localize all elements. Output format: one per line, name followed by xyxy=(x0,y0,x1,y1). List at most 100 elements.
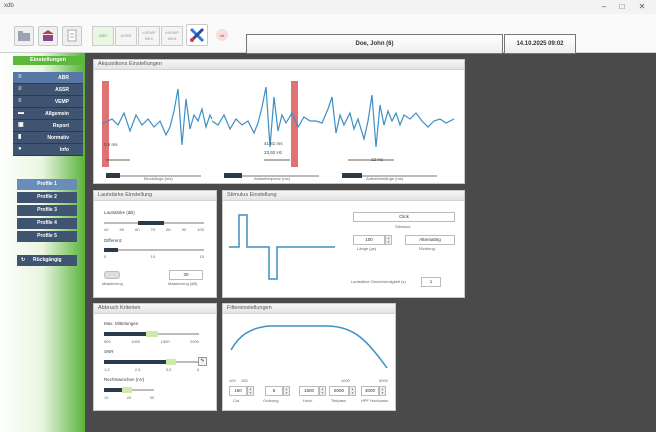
lowpass-input[interactable]: 6000 xyxy=(329,386,349,396)
patient-button[interactable] xyxy=(38,26,58,46)
undo-icon: ↻ xyxy=(21,257,26,263)
tick: 10 xyxy=(104,395,109,400)
tick: 5 xyxy=(104,254,107,259)
undo-button[interactable]: ↻ Rückgängig xyxy=(17,255,77,266)
max-averages-range xyxy=(146,331,158,337)
recordlength-label: Aufnahmelänge (ms) xyxy=(366,176,404,181)
hpf-stepper[interactable]: ▲ ▼ xyxy=(379,386,386,396)
cut-stepper[interactable]: ▲ ▼ xyxy=(247,386,254,396)
axis-tick: 5000 xyxy=(379,378,388,383)
tab-ovemp[interactable]: oVEMP MKA xyxy=(161,26,183,46)
tab-assr[interactable]: ASSR xyxy=(115,26,137,46)
max-averages-label: Max. Mittelungen xyxy=(104,321,139,326)
residual-noise-slider[interactable] xyxy=(104,388,122,392)
masking-toggle-label: Maskierung xyxy=(102,281,123,286)
date-field: 14.10.2025 09:02 xyxy=(504,34,576,54)
length-input[interactable]: 100 xyxy=(353,235,385,245)
printer-icon: ▣ xyxy=(18,122,24,128)
difference-slider[interactable] xyxy=(104,248,118,252)
folder-button[interactable] xyxy=(14,26,34,46)
minimize-button[interactable]: – xyxy=(598,2,610,11)
rate-input[interactable]: 1 xyxy=(421,277,441,287)
sidebar-item-abr[interactable]: ≡ ABR xyxy=(13,72,83,84)
toolbar: ABR ASSR cVEMP BKS oVEMP MKA ntr Doe, Jo… xyxy=(0,14,656,54)
sidebar-item-label: ABR xyxy=(58,75,69,81)
profile-4-button[interactable]: Profile 4 xyxy=(17,218,77,229)
tick: 2000 xyxy=(190,339,199,344)
lowpass-label: Tiefpass xyxy=(331,398,346,403)
document-button[interactable] xyxy=(62,26,82,46)
profile-2-button[interactable]: Profile 2 xyxy=(17,192,77,203)
samplerate-label: Abtastfrequenz (ms) xyxy=(254,176,291,181)
filter-title: Filtereinstellungen xyxy=(223,304,395,314)
high-input[interactable]: 1500 xyxy=(299,386,319,396)
sidebar-item-report[interactable]: ▣ Report xyxy=(13,120,83,132)
blocklength-label: Blocklänge (ms) xyxy=(144,176,173,181)
sidebar-item-info[interactable]: ● Info xyxy=(13,144,83,156)
tick: 40 xyxy=(104,227,109,232)
masking-input-label: Maskierung (dB) xyxy=(168,281,198,286)
sidebar-item-label: VEMP xyxy=(54,99,69,105)
residual-noise-ticks: 10 20 30 xyxy=(104,395,154,400)
close-button[interactable]: ✕ xyxy=(636,2,648,11)
stop-criteria-panel: Abbruch Kriterien Max. Mittelungen 500 1… xyxy=(93,303,217,411)
tick: 30 xyxy=(149,395,154,400)
masking-toggle[interactable] xyxy=(104,271,120,279)
snr-edit-button[interactable]: ✎ xyxy=(198,357,207,366)
profile-3-button[interactable]: Profile 3 xyxy=(17,205,77,216)
lowpass-stepper[interactable]: ▲ ▼ xyxy=(349,386,356,396)
acquisition-panel: Akquisitions Einstellungen 0,6 ms Blockl… xyxy=(93,59,465,184)
length-label: Länge (µs) xyxy=(357,246,377,251)
hpf-label: HPF Hochpass xyxy=(361,398,388,403)
cut-input[interactable]: 150 xyxy=(229,386,247,396)
residual-noise-range xyxy=(122,387,132,393)
order-stepper[interactable]: ▲ ▼ xyxy=(283,386,290,396)
menu-icon: ≡ xyxy=(18,86,22,92)
sidebar-item-normativ[interactable]: ▮ Normativ xyxy=(13,132,83,144)
profile-5-button[interactable]: Profile 5 xyxy=(17,231,77,242)
menu-icon: ≡ xyxy=(18,98,22,104)
sidebar-item-label: ASSR xyxy=(55,87,69,93)
title-bar: xdb – □ ✕ xyxy=(0,0,656,15)
maximize-button[interactable]: □ xyxy=(616,2,628,11)
tick: 4 xyxy=(196,367,199,372)
patient-field[interactable]: Doe, John (6) xyxy=(246,34,503,54)
general-icon: ▬ xyxy=(18,110,24,116)
length-stepper[interactable]: ▲ ▼ xyxy=(385,235,392,245)
sidebar-item-assr[interactable]: ≡ ASSR xyxy=(13,84,83,96)
chart-icon: ▮ xyxy=(18,134,22,140)
settings-button[interactable] xyxy=(186,24,208,46)
waveform-2 xyxy=(211,86,316,148)
axis-tick: 100 xyxy=(229,378,236,383)
sidebar-item-allgemein[interactable]: ▬ Allgemein xyxy=(13,108,83,120)
tick: 80 xyxy=(166,227,171,232)
high-label: Hoch xyxy=(303,398,313,403)
sidebar-item-label: Report xyxy=(52,123,69,129)
order-input[interactable]: 6 xyxy=(265,386,283,396)
sidebar-item-vemp[interactable]: ≡ VEMP xyxy=(13,96,83,108)
tick: 10 xyxy=(150,254,156,259)
tab-abr[interactable]: ABR xyxy=(92,26,114,46)
tick: 20 xyxy=(126,395,132,400)
stimulus-title: Stimulus Einstellung xyxy=(223,191,464,201)
samplerate-slider xyxy=(224,173,242,178)
stimulus-select[interactable]: Click xyxy=(353,212,455,222)
masking-input[interactable]: 30 xyxy=(169,270,203,280)
snr-slider[interactable] xyxy=(104,360,174,364)
max-averages-ticks: 500 1000 1500 2000 xyxy=(104,339,199,344)
waveform-3 xyxy=(315,94,455,148)
volume-slider[interactable] xyxy=(138,221,164,225)
volume-label: Lautstärke (dB) xyxy=(104,210,135,215)
snr-label: SNR xyxy=(104,349,114,354)
high-stepper[interactable]: ▲ ▼ xyxy=(319,386,326,396)
hpf-input[interactable]: 3000 xyxy=(361,386,379,396)
polarity-select[interactable]: Alternating xyxy=(405,235,455,245)
folder-icon xyxy=(18,31,30,41)
svg-text:ntr: ntr xyxy=(220,33,225,38)
recordlength-value: 12 ms xyxy=(371,157,384,162)
tab-cvemp[interactable]: cVEMP BKS xyxy=(138,26,160,46)
profile-1-button[interactable]: Profile 1 xyxy=(17,179,77,190)
tick: 500 xyxy=(104,339,111,344)
order-label: Ordnung xyxy=(263,398,279,403)
info-icon: ● xyxy=(18,146,22,152)
